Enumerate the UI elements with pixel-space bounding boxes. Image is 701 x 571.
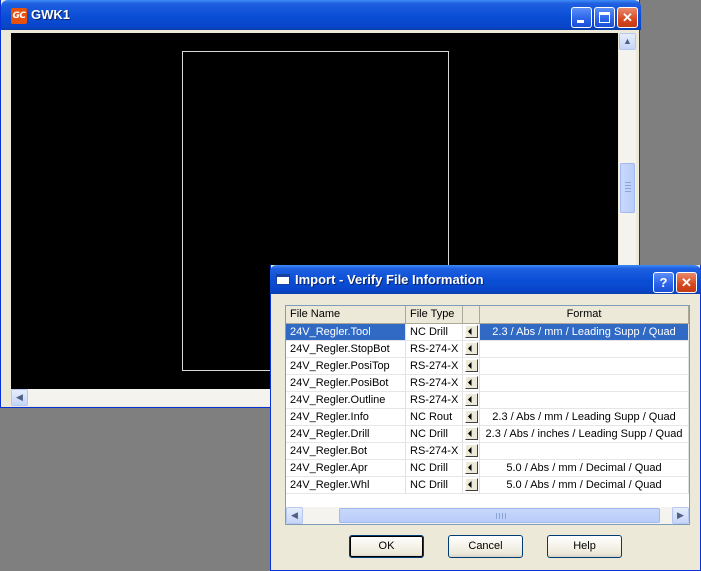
- dropdown-icon: [465, 461, 478, 474]
- column-header-format[interactable]: Format: [480, 306, 689, 323]
- dropdown-icon: [465, 393, 478, 406]
- format-cell[interactable]: 5.0 / Abs / mm / Decimal / Quad: [480, 477, 689, 493]
- vertical-scroll-thumb[interactable]: [620, 163, 635, 213]
- table-row[interactable]: 24V_Regler.Outline RS-274-X: [286, 392, 689, 409]
- minimize-icon: [577, 20, 584, 23]
- dropdown-icon: [465, 376, 478, 389]
- help-icon: ?: [659, 275, 668, 290]
- file-name-cell[interactable]: 24V_Regler.Bot: [286, 443, 406, 459]
- grid-header: File Name File Type Format: [286, 306, 689, 324]
- file-type-cell[interactable]: NC Drill: [406, 477, 463, 493]
- dropdown-icon: [465, 359, 478, 372]
- dialog-titlebar[interactable]: Import - Verify File Information ? ✕: [270, 265, 701, 294]
- file-type-cell[interactable]: RS-274-X: [406, 375, 463, 391]
- file-name-cell[interactable]: 24V_Regler.PosiTop: [286, 358, 406, 374]
- table-row[interactable]: 24V_Regler.PosiTop RS-274-X: [286, 358, 689, 375]
- file-type-dropdown-button[interactable]: [463, 460, 480, 476]
- grid-scroll-right-button[interactable]: ▶: [672, 507, 689, 524]
- format-cell[interactable]: [480, 443, 689, 459]
- scroll-up-button[interactable]: ▲: [619, 33, 636, 50]
- dropdown-icon: [465, 478, 478, 491]
- maximize-icon: [599, 12, 610, 23]
- file-type-cell[interactable]: RS-274-X: [406, 341, 463, 357]
- minimize-button[interactable]: [571, 7, 592, 28]
- window-icon: [276, 274, 290, 285]
- ok-button[interactable]: OK: [349, 535, 424, 558]
- file-name-cell[interactable]: 24V_Regler.Tool: [286, 324, 406, 340]
- file-type-cell[interactable]: RS-274-X: [406, 443, 463, 459]
- dropdown-icon: [465, 342, 478, 355]
- dropdown-icon: [465, 444, 478, 457]
- file-type-cell[interactable]: NC Drill: [406, 426, 463, 442]
- file-name-cell[interactable]: 24V_Regler.PosiBot: [286, 375, 406, 391]
- window-title: GWK1: [31, 7, 70, 22]
- table-row[interactable]: 24V_Regler.Tool NC Drill 2.3 / Abs / mm / …: [286, 324, 689, 341]
- gc-logo-icon: GC: [11, 8, 27, 24]
- file-type-dropdown-button[interactable]: [463, 409, 480, 425]
- file-name-cell[interactable]: 24V_Regler.Whl: [286, 477, 406, 493]
- arrow-left-icon: ◀: [291, 510, 298, 520]
- file-type-dropdown-button[interactable]: [463, 358, 480, 374]
- table-row[interactable]: 24V_Regler.Info NC Rout 2.3 / Abs / mm / L…: [286, 409, 689, 426]
- format-cell[interactable]: [480, 375, 689, 391]
- cancel-button[interactable]: Cancel: [448, 535, 523, 558]
- file-type-dropdown-button[interactable]: [463, 375, 480, 391]
- file-type-cell[interactable]: NC Drill: [406, 460, 463, 476]
- file-type-dropdown-button[interactable]: [463, 341, 480, 357]
- grid-scroll-left-button[interactable]: ◀: [286, 507, 303, 524]
- format-cell[interactable]: 2.3 / Abs / mm / Leading Supp / Quad: [480, 409, 689, 425]
- dropdown-icon: [465, 410, 478, 423]
- main-titlebar[interactable]: GC GWK1 ✕: [1, 0, 641, 30]
- grip-icon: [625, 182, 631, 194]
- dropdown-icon: [465, 427, 478, 440]
- file-name-cell[interactable]: 24V_Regler.Info: [286, 409, 406, 425]
- dialog-close-button[interactable]: ✕: [676, 272, 697, 293]
- format-cell[interactable]: [480, 341, 689, 357]
- help-button[interactable]: Help: [547, 535, 622, 558]
- scroll-left-button[interactable]: ◀: [11, 389, 28, 406]
- arrow-right-icon: ▶: [677, 510, 684, 520]
- format-cell[interactable]: 2.3 / Abs / inches / Leading Supp / Quad: [480, 426, 689, 442]
- column-header-file-name[interactable]: File Name: [286, 306, 406, 323]
- close-icon: ✕: [681, 275, 692, 290]
- file-type-dropdown-button[interactable]: [463, 324, 480, 340]
- table-row[interactable]: 24V_Regler.StopBot RS-274-X: [286, 341, 689, 358]
- file-type-cell[interactable]: NC Drill: [406, 324, 463, 340]
- format-cell[interactable]: 2.3 / Abs / mm / Leading Supp / Quad: [480, 324, 689, 340]
- file-type-cell[interactable]: RS-274-X: [406, 392, 463, 408]
- format-cell[interactable]: 5.0 / Abs / mm / Decimal / Quad: [480, 460, 689, 476]
- file-type-dropdown-button[interactable]: [463, 426, 480, 442]
- file-info-grid: File Name File Type Format 24V_Regler.To…: [285, 305, 690, 525]
- file-type-dropdown-button[interactable]: [463, 477, 480, 493]
- file-name-cell[interactable]: 24V_Regler.Outline: [286, 392, 406, 408]
- table-row[interactable]: 24V_Regler.Drill NC Drill 2.3 / Abs / inch…: [286, 426, 689, 443]
- table-row[interactable]: 24V_Regler.PosiBot RS-274-X: [286, 375, 689, 392]
- arrow-left-icon: ◀: [16, 392, 23, 402]
- grip-icon: [496, 513, 506, 519]
- table-row[interactable]: 24V_Regler.Bot RS-274-X: [286, 443, 689, 460]
- grid-horizontal-scrollbar[interactable]: ◀ ▶: [286, 507, 689, 524]
- arrow-up-icon: ▲: [623, 36, 632, 46]
- close-icon: ✕: [622, 10, 633, 25]
- grid-scroll-thumb[interactable]: [339, 508, 660, 523]
- dropdown-icon: [465, 325, 478, 338]
- dialog-title: Import - Verify File Information: [295, 272, 484, 287]
- column-header-file-type[interactable]: File Type: [406, 306, 463, 323]
- table-row[interactable]: 24V_Regler.Whl NC Drill 5.0 / Abs / mm / D…: [286, 477, 689, 494]
- help-title-button[interactable]: ?: [653, 272, 674, 293]
- file-type-dropdown-button[interactable]: [463, 443, 480, 459]
- file-name-cell[interactable]: 24V_Regler.Drill: [286, 426, 406, 442]
- file-type-cell[interactable]: NC Rout: [406, 409, 463, 425]
- maximize-button[interactable]: [594, 7, 615, 28]
- import-dialog: Import - Verify File Information ? ✕ Fil…: [270, 265, 701, 571]
- table-row[interactable]: 24V_Regler.Apr NC Drill 5.0 / Abs / mm / D…: [286, 460, 689, 477]
- format-cell[interactable]: [480, 392, 689, 408]
- file-name-cell[interactable]: 24V_Regler.Apr: [286, 460, 406, 476]
- file-name-cell[interactable]: 24V_Regler.StopBot: [286, 341, 406, 357]
- file-type-dropdown-button[interactable]: [463, 392, 480, 408]
- close-button[interactable]: ✕: [617, 7, 638, 28]
- format-cell[interactable]: [480, 358, 689, 374]
- column-header-blank: [463, 306, 480, 323]
- file-type-cell[interactable]: RS-274-X: [406, 358, 463, 374]
